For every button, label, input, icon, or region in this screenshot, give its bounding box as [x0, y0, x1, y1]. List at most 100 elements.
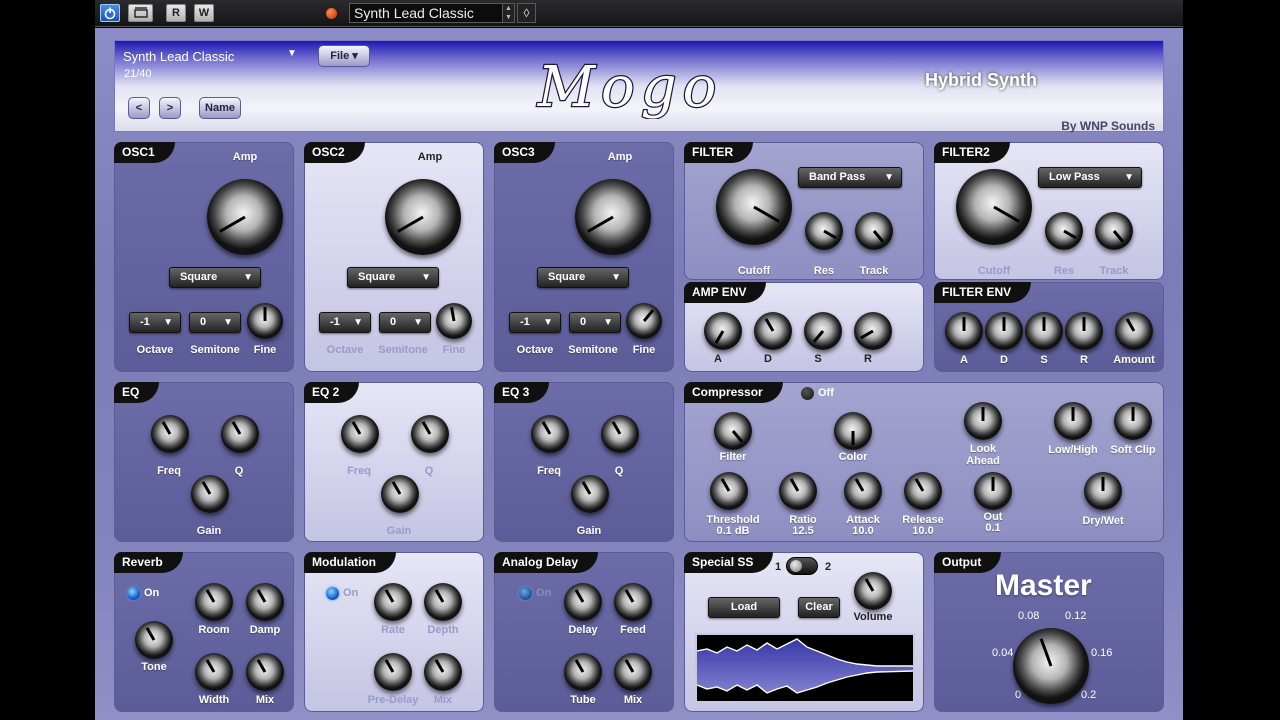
read-automation-button[interactable]: R — [166, 4, 186, 22]
analog-delay-mix-knob[interactable] — [614, 653, 652, 691]
osc1-amp-knob[interactable] — [207, 179, 283, 255]
filter-env-amount-knob[interactable] — [1115, 312, 1153, 350]
osc2-wave-select[interactable]: Square ▼ — [347, 267, 439, 288]
master-volume-knob[interactable] — [1013, 628, 1089, 704]
compressor-dry-wet-knob[interactable] — [1084, 472, 1122, 510]
osc2-semitone-select[interactable]: 0 ▼ — [379, 312, 431, 333]
osc1-fine-knob[interactable] — [247, 303, 283, 339]
amp-env-decay-knob[interactable] — [754, 312, 792, 350]
compressor-threshold-knob[interactable] — [710, 472, 748, 510]
special-mode-toggle[interactable] — [786, 557, 818, 575]
analog-delay-power-led[interactable] — [519, 587, 532, 600]
osc1-wave-select[interactable]: Square ▼ — [169, 267, 261, 288]
host-preset-field[interactable]: Synth Lead Classic — [349, 3, 504, 23]
compressor-look-ahead-knob[interactable] — [964, 402, 1002, 440]
compressor-low-high-knob[interactable] — [1054, 402, 1092, 440]
modulation-pre-delay-label: Pre-Delay — [367, 694, 419, 706]
eq3-gain-knob[interactable] — [571, 475, 609, 513]
osc3-semitone-select[interactable]: 0 ▼ — [569, 312, 621, 333]
bypass-icon[interactable] — [128, 4, 153, 22]
waveform-display — [695, 633, 915, 703]
filter-res-knob[interactable] — [805, 212, 843, 250]
eq2-freq-knob[interactable] — [341, 415, 379, 453]
modulation-mix-knob[interactable] — [424, 653, 462, 691]
analog-delay-tube-knob[interactable] — [564, 653, 602, 691]
eq3-q-knob[interactable] — [601, 415, 639, 453]
eq1-gain-knob[interactable] — [191, 475, 229, 513]
modulation-power-led[interactable] — [326, 587, 339, 600]
compressor-ratio-knob[interactable] — [779, 472, 817, 510]
filter2-track-knob[interactable] — [1095, 212, 1133, 250]
filter-type-select[interactable]: Band Pass ▼ — [798, 167, 902, 188]
reverb-mix-knob[interactable] — [246, 653, 284, 691]
load-button[interactable]: Load — [708, 597, 780, 618]
osc2-fine-knob[interactable] — [436, 303, 472, 339]
file-menu-button[interactable]: File ▾ — [318, 45, 370, 67]
reverb-room-knob[interactable] — [195, 583, 233, 621]
filter-track-knob[interactable] — [855, 212, 893, 250]
amp-env-attack-knob[interactable] — [704, 312, 742, 350]
modulation-depth-label: Depth — [427, 624, 459, 636]
name-button[interactable]: Name — [199, 97, 241, 119]
preset-stepper-icon[interactable]: ▲ ▼ — [502, 3, 515, 23]
filter-env-sustain-knob[interactable] — [1025, 312, 1063, 350]
compressor-attack-knob[interactable] — [844, 472, 882, 510]
compressor-soft-clip-knob[interactable] — [1114, 402, 1152, 440]
reverb-width-knob[interactable] — [195, 653, 233, 691]
eq2-gain-knob[interactable] — [381, 475, 419, 513]
chevron-down-icon: ▼ — [243, 272, 253, 283]
amp-env-release-knob[interactable] — [854, 312, 892, 350]
compressor-power-led[interactable] — [801, 387, 814, 400]
modulation-depth-knob[interactable] — [424, 583, 462, 621]
reverb-tone-knob[interactable] — [135, 621, 173, 659]
filter-env-decay-knob[interactable] — [985, 312, 1023, 350]
eq3-panel: EQ 3 Freq Q Gain — [494, 382, 674, 542]
plugin-header: Synth Lead Classic ▼ 21/40 File ▾ < > Na… — [114, 40, 1164, 133]
osc1-octave-select[interactable]: -1 ▼ — [129, 312, 181, 333]
reverb-power-led[interactable] — [127, 587, 140, 600]
reverb-damp-knob[interactable] — [246, 583, 284, 621]
osc1-semitone-select[interactable]: 0 ▼ — [189, 312, 241, 333]
compressor-color-knob[interactable] — [834, 412, 872, 450]
preset-browser-icon[interactable]: ◊ — [517, 3, 536, 23]
power-icon[interactable] — [100, 4, 120, 22]
filter-env-attack-knob[interactable] — [945, 312, 983, 350]
filter2-cutoff-knob[interactable] — [956, 169, 1032, 245]
next-preset-button[interactable]: > — [159, 97, 181, 119]
modulation-pre-delay-knob[interactable] — [374, 653, 412, 691]
eq1-q-knob[interactable] — [221, 415, 259, 453]
compressor-filter-knob[interactable] — [714, 412, 752, 450]
osc3-fine-knob[interactable] — [626, 303, 662, 339]
eq3-gain-label: Gain — [576, 525, 602, 537]
filter2-res-knob[interactable] — [1045, 212, 1083, 250]
osc2-amp-knob[interactable] — [385, 179, 461, 255]
triangle-down-icon[interactable]: ▼ — [287, 48, 297, 59]
analog-delay-delay-knob[interactable] — [564, 583, 602, 621]
filter2-type-select[interactable]: Low Pass ▼ — [1038, 167, 1142, 188]
eq3-freq-knob[interactable] — [531, 415, 569, 453]
osc3-wave-select[interactable]: Square ▼ — [537, 267, 629, 288]
special-ss-title: Special SS — [684, 552, 774, 573]
filter-cutoff-knob[interactable] — [716, 169, 792, 245]
compressor-release-knob[interactable] — [904, 472, 942, 510]
special-volume-knob[interactable] — [854, 572, 892, 610]
preset-name[interactable]: Synth Lead Classic — [123, 49, 234, 64]
hybrid-synth-subtitle: Hybrid Synth — [925, 70, 1038, 90]
amp-env-sustain-knob[interactable] — [804, 312, 842, 350]
record-indicator-icon[interactable] — [326, 8, 337, 19]
analog-delay-feed-knob[interactable] — [614, 583, 652, 621]
reverb-mix-label: Mix — [255, 694, 275, 706]
clear-button[interactable]: Clear — [798, 597, 840, 618]
prev-preset-button[interactable]: < — [128, 97, 150, 119]
plugin-panel: Synth Lead Classic ▼ 21/40 File ▾ < > Na… — [95, 28, 1183, 720]
waveform-graph — [696, 638, 914, 694]
filter-env-release-knob[interactable] — [1065, 312, 1103, 350]
osc3-amp-knob[interactable] — [575, 179, 651, 255]
compressor-out-knob[interactable] — [974, 472, 1012, 510]
eq2-q-knob[interactable] — [411, 415, 449, 453]
modulation-rate-knob[interactable] — [374, 583, 412, 621]
osc3-octave-select[interactable]: -1 ▼ — [509, 312, 561, 333]
osc2-octave-select[interactable]: -1 ▼ — [319, 312, 371, 333]
write-automation-button[interactable]: W — [194, 4, 214, 22]
eq1-freq-knob[interactable] — [151, 415, 189, 453]
